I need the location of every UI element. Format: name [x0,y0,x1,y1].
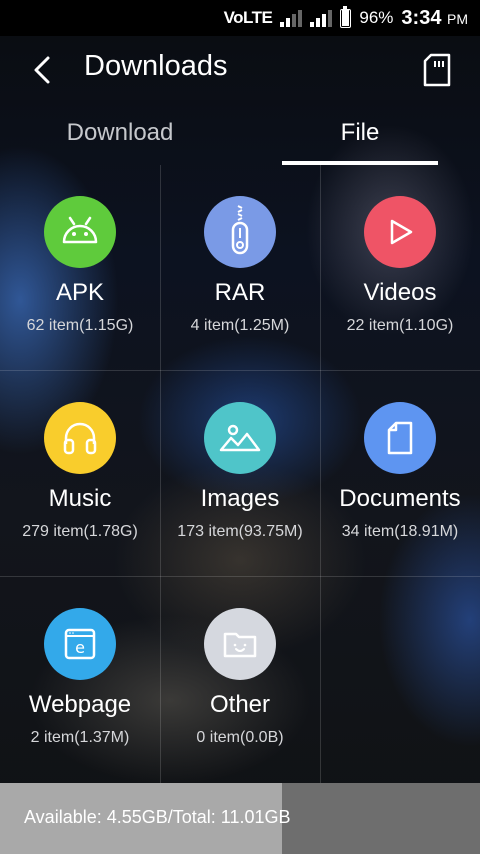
storage-text: Available: 4.55GB/Total: 11.01GB [24,807,291,827]
back-button[interactable] [28,54,58,86]
category-count: 62 item(1.15G) [26,317,134,334]
android-icon [62,216,98,244]
category-count: 2 item(1.37M) [30,729,130,746]
battery-icon [340,5,352,28]
webpage-circle: e [44,608,116,680]
tab-bar: Download File [0,104,480,165]
category-apk[interactable]: APK 62 item(1.15G) [0,165,160,371]
clock: 3:34 PM [401,7,468,30]
sd-card-button[interactable] [420,52,454,88]
signal-icon [280,9,303,27]
category-documents[interactable]: Documents 34 item(18.91M) [320,371,480,577]
zipper-icon [231,205,249,255]
category-count: 34 item(18.91M) [341,523,459,540]
headphones-icon [63,422,97,455]
category-count: 0 item(0.0B) [196,729,284,746]
category-rar[interactable]: RAR 4 item(1.25M) [160,165,320,371]
svg-text:e: e [75,638,85,657]
battery-percent: 96% [359,8,394,27]
volte-indicator: VoLTE [223,8,273,27]
music-circle [44,402,116,474]
folder-smile-icon [223,632,257,658]
category-name: Other [209,691,271,718]
category-name: Videos [363,279,437,306]
documents-circle [364,402,436,474]
rar-circle [204,196,276,268]
videos-circle [364,196,436,268]
tab-file[interactable]: File [282,104,438,162]
category-name: Music [48,485,112,512]
category-name: Images [200,485,280,512]
category-count: 4 item(1.25M) [190,317,290,334]
apk-circle [44,196,116,268]
category-name: Documents [339,485,461,512]
document-icon [387,421,413,455]
sd-card-icon [423,53,451,87]
webpage-icon: e [64,628,96,660]
images-circle [204,402,276,474]
category-grid: APK 62 item(1.15G) RAR 4 item(1.25M) Vid… [0,165,480,783]
category-images[interactable]: Images 173 item(93.75M) [160,371,320,577]
app-bar: Downloads [0,36,480,104]
clock-ampm: PM [447,10,468,27]
category-music[interactable]: Music 279 item(1.78G) [0,371,160,577]
tab-download[interactable]: Download [40,104,200,162]
play-icon [390,219,413,245]
status-bar: VoLTE 96% 3:34 PM [0,0,480,36]
category-count: 173 item(93.75M) [177,523,303,540]
clock-time: 3:34 [401,6,442,29]
category-videos[interactable]: Videos 22 item(1.10G) [320,165,480,371]
page-title: Downloads [84,50,228,82]
image-icon [219,424,261,452]
signal-icon [310,9,333,27]
other-circle [204,608,276,680]
category-webpage[interactable]: e Webpage 2 item(1.37M) [0,577,160,783]
category-other[interactable]: Other 0 item(0.0B) [160,577,320,783]
category-name: APK [55,279,105,306]
category-count: 279 item(1.78G) [22,523,138,540]
category-name: RAR [214,279,266,306]
category-count: 22 item(1.10G) [346,317,454,334]
category-name: Webpage [28,691,132,718]
storage-bar: Available: 4.55GB/Total: 11.01GB [0,783,480,854]
chevron-left-icon [34,56,50,84]
